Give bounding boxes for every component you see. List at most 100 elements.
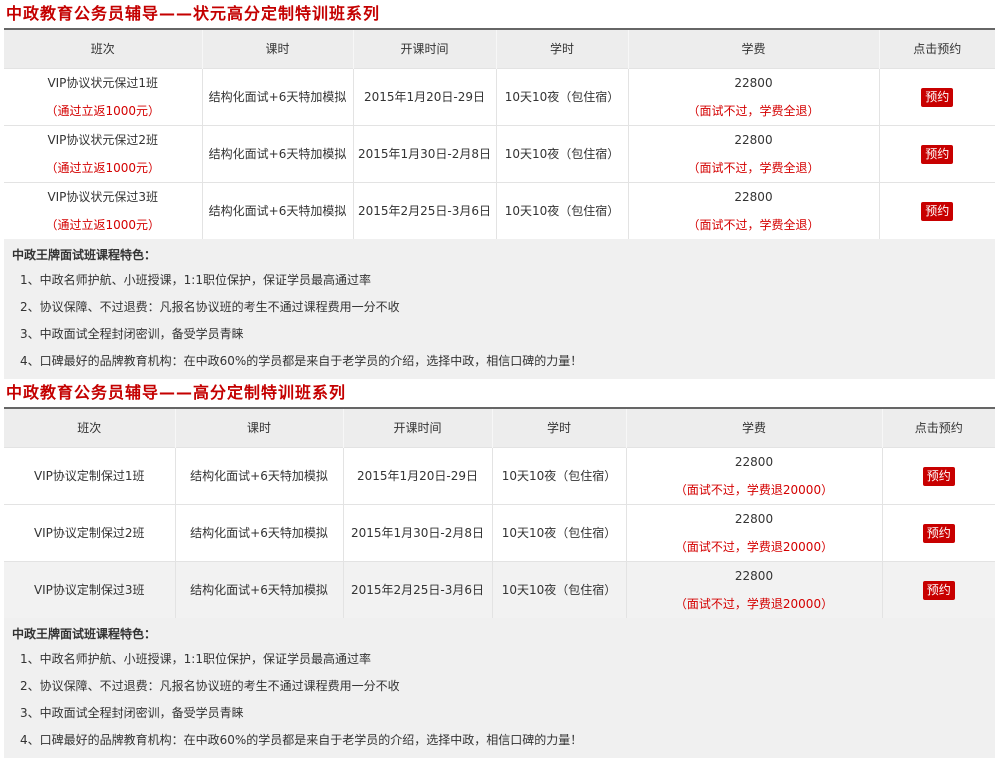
course-cell: 结构化面试+6天特加模拟	[174, 503, 343, 561]
feature-item: 1、中政名师护航、小班授课，1:1职位保护，保证学员最高通过率	[20, 273, 371, 287]
header-class: 班次	[4, 30, 202, 68]
header-class: 班次	[4, 409, 175, 447]
class-cell: VIP协议状元保过3班 （通过立返1000元）	[4, 181, 202, 239]
book-cell: 预约	[881, 560, 995, 618]
feature-item: 2、协议保障、不过退费：凡报名协议班的考生不通过课程费用一分不收	[20, 679, 400, 693]
table-row: VIP协议状元保过3班 （通过立返1000元） 结构化面试+6天特加模拟 201…	[4, 181, 995, 239]
fee-cell: 22800 （面试不过，学费全退）	[627, 181, 879, 239]
book-cell: 预约	[881, 446, 995, 504]
table-header-row: 班次 课时 开课时间 学时 学费 点击预约	[4, 409, 995, 447]
feature-item: 3、中政面试全程封闭密训，备受学员青睐	[20, 327, 244, 341]
class-note: （通过立返1000元）	[45, 217, 161, 232]
book-button[interactable]: 预约	[922, 580, 955, 600]
table-header-row: 班次 课时 开课时间 学时 学费 点击预约	[4, 30, 995, 68]
table-row: VIP协议状元保过2班 （通过立返1000元） 结构化面试+6天特加模拟 201…	[4, 124, 995, 182]
date-cell: 2015年1月30日-2月8日	[352, 124, 496, 182]
features-title: 中政王牌面试班课程特色：	[12, 627, 157, 641]
course-cell: 结构化面试+6天特加模拟	[174, 560, 343, 618]
fee-note: （面试不过，学费退20000）	[674, 482, 834, 497]
book-button[interactable]: 预约	[921, 201, 954, 221]
fee-cell: 22800 （面试不过，学费全退）	[627, 124, 879, 182]
hours-cell: 10天10夜（包住宿）	[495, 124, 628, 182]
class-name: VIP协议状元保过1班	[47, 75, 159, 90]
hours-cell: 10天10夜（包住宿）	[491, 503, 626, 561]
date-cell: 2015年2月25日-3月6日	[342, 560, 492, 618]
feature-item: 4、口碑最好的品牌教育机构：在中政60%的学员都是来自于老学员的介绍，选择中政，…	[20, 354, 583, 368]
table-row: VIP协议定制保过3班 结构化面试+6天特加模拟 2015年2月25日-3月6日…	[4, 560, 995, 618]
fee-cell: 22800 （面试不过，学费退20000）	[625, 446, 882, 504]
class-note: （通过立返1000元）	[45, 160, 161, 175]
book-button[interactable]: 预约	[921, 87, 954, 107]
header-fee: 学费	[627, 30, 879, 68]
header-course: 课时	[201, 30, 353, 68]
table-row: VIP协议定制保过2班 结构化面试+6天特加模拟 2015年1月30日-2月8日…	[4, 503, 995, 561]
table-row: VIP协议定制保过1班 结构化面试+6天特加模拟 2015年1月20日-29日 …	[4, 446, 995, 504]
class-cell: VIP协议状元保过1班 （通过立返1000元）	[4, 67, 202, 125]
date-cell: 2015年1月30日-2月8日	[342, 503, 492, 561]
feature-item: 3、中政面试全程封闭密训，备受学员青睐	[20, 706, 244, 720]
course-cell: 结构化面试+6天特加模拟	[201, 181, 353, 239]
header-book: 点击预约	[881, 409, 995, 447]
hours-cell: 10天10夜（包住宿）	[495, 181, 628, 239]
header-book: 点击预约	[878, 30, 995, 68]
course-cell: 结构化面试+6天特加模拟	[174, 446, 343, 504]
feature-item: 2、协议保障、不过退费：凡报名协议班的考生不通过课程费用一分不收	[20, 300, 400, 314]
header-hours: 学时	[495, 30, 628, 68]
section-title: 中政教育公务员辅导——高分定制特训班系列	[6, 383, 347, 402]
book-button[interactable]: 预约	[921, 144, 954, 164]
header-date: 开课时间	[352, 30, 496, 68]
date-cell: 2015年1月20日-29日	[352, 67, 496, 125]
fee-note: （面试不过，学费退20000）	[674, 596, 834, 611]
course-cell: 结构化面试+6天特加模拟	[201, 67, 353, 125]
fee-note: （面试不过，学费全退）	[687, 103, 820, 118]
table-row: VIP协议状元保过1班 （通过立返1000元） 结构化面试+6天特加模拟 201…	[4, 67, 995, 125]
section-gaofen: 中政教育公务员辅导——高分定制特训班系列 班次 课时 开课时间 学时 学费 点击…	[0, 379, 997, 758]
date-cell: 2015年2月25日-3月6日	[352, 181, 496, 239]
course-panel: 班次 课时 开课时间 学时 学费 点击预约 VIP协议定制保过1班 结构化面试+…	[4, 407, 995, 758]
fee-amount: 22800	[734, 454, 774, 469]
features-block: 中政王牌面试班课程特色： 1、中政名师护航、小班授课，1:1职位保护，保证学员最…	[4, 618, 995, 758]
hours-cell: 10天10夜（包住宿）	[491, 446, 626, 504]
header-date: 开课时间	[342, 409, 492, 447]
class-name: VIP协议状元保过3班	[47, 189, 159, 204]
header-course: 课时	[174, 409, 343, 447]
class-cell: VIP协议状元保过2班 （通过立返1000元）	[4, 124, 202, 182]
fee-amount: 22800	[734, 132, 773, 147]
fee-amount: 22800	[734, 75, 773, 90]
fee-amount: 22800	[734, 189, 773, 204]
course-panel: 班次 课时 开课时间 学时 学费 点击预约 VIP协议状元保过1班 （通过立返1…	[4, 28, 995, 379]
course-cell: 结构化面试+6天特加模拟	[201, 124, 353, 182]
book-cell: 预约	[878, 124, 995, 182]
header-hours: 学时	[491, 409, 626, 447]
book-cell: 预约	[881, 503, 995, 561]
fee-amount: 22800	[734, 511, 774, 526]
book-button[interactable]: 预约	[922, 466, 955, 486]
date-cell: 2015年1月20日-29日	[342, 446, 492, 504]
fee-amount: 22800	[734, 568, 774, 583]
book-cell: 预约	[878, 181, 995, 239]
class-cell: VIP协议定制保过3班	[4, 560, 175, 618]
book-button[interactable]: 预约	[922, 523, 955, 543]
hours-cell: 10天10夜（包住宿）	[491, 560, 626, 618]
fee-cell: 22800 （面试不过，学费全退）	[627, 67, 879, 125]
hours-cell: 10天10夜（包住宿）	[495, 67, 628, 125]
class-cell: VIP协议定制保过1班	[4, 446, 175, 504]
fee-note: （面试不过，学费全退）	[687, 217, 820, 232]
fee-cell: 22800 （面试不过，学费退20000）	[625, 560, 882, 618]
features-title: 中政王牌面试班课程特色：	[12, 248, 157, 262]
book-cell: 预约	[878, 67, 995, 125]
section-title: 中政教育公务员辅导——状元高分定制特训班系列	[6, 4, 381, 23]
class-cell: VIP协议定制保过2班	[4, 503, 175, 561]
section-zhuangyuan: 中政教育公务员辅导——状元高分定制特训班系列 班次 课时 开课时间 学时 学费 …	[0, 0, 997, 379]
feature-item: 1、中政名师护航、小班授课，1:1职位保护，保证学员最高通过率	[20, 652, 371, 666]
class-note: （通过立返1000元）	[45, 103, 161, 118]
feature-item: 4、口碑最好的品牌教育机构：在中政60%的学员都是来自于老学员的介绍，选择中政，…	[20, 733, 583, 747]
features-block: 中政王牌面试班课程特色： 1、中政名师护航、小班授课，1:1职位保护，保证学员最…	[4, 239, 995, 379]
header-fee: 学费	[625, 409, 882, 447]
fee-note: （面试不过，学费全退）	[687, 160, 820, 175]
class-name: VIP协议状元保过2班	[47, 132, 159, 147]
fee-note: （面试不过，学费退20000）	[674, 539, 834, 554]
fee-cell: 22800 （面试不过，学费退20000）	[625, 503, 882, 561]
course-table: 班次 课时 开课时间 学时 学费 点击预约 VIP协议定制保过1班 结构化面试+…	[4, 409, 995, 618]
course-table: 班次 课时 开课时间 学时 学费 点击预约 VIP协议状元保过1班 （通过立返1…	[4, 30, 995, 239]
